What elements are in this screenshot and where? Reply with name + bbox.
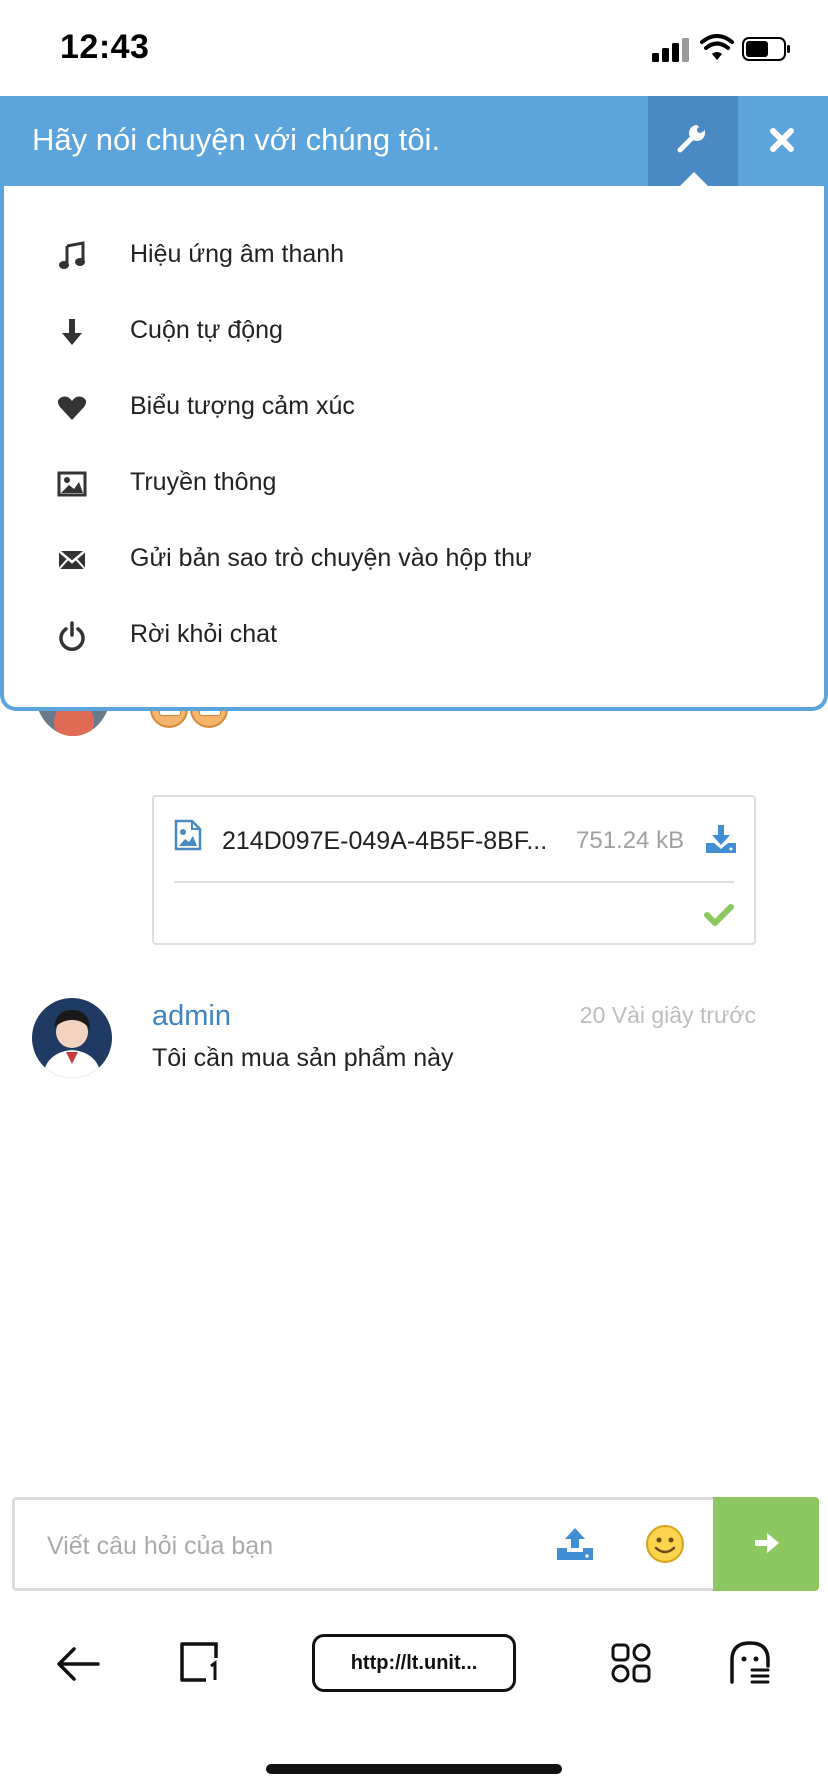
home-indicator[interactable]	[266, 1764, 562, 1774]
message-text: Tôi cần mua sản phẩm này	[152, 1044, 454, 1072]
message-author: admin	[152, 1000, 231, 1032]
browser-toolbar: http://lt.unit...	[0, 1610, 828, 1720]
back-arrow-icon[interactable]	[56, 1644, 100, 1684]
envelope-icon	[58, 550, 86, 570]
smiley-icon[interactable]	[645, 1524, 685, 1564]
send-button[interactable]	[713, 1497, 819, 1591]
incognito-ghost-icon[interactable]	[728, 1640, 772, 1684]
status-bar: 12:43	[0, 0, 828, 96]
message-input[interactable]	[47, 1528, 527, 1564]
apps-grid-icon[interactable]	[610, 1642, 652, 1684]
menu-item-label: Cuộn tự động	[130, 316, 283, 344]
battery-icon	[742, 37, 790, 61]
arrow-right-icon	[755, 1533, 779, 1553]
menu-item-label: Biểu tượng cảm xúc	[130, 392, 355, 420]
menu-item-label: Rời khỏi chat	[130, 620, 278, 648]
menu-item-email-transcript[interactable]: Gửi bản sao trò chuyện vào hộp thư	[4, 522, 824, 598]
menu-item-emoticons[interactable]: Biểu tượng cảm xúc	[4, 370, 824, 446]
settings-button[interactable]	[648, 96, 738, 186]
admin-avatar	[32, 998, 112, 1078]
file-name[interactable]: 214D097E-049A-4B5F-8BF...	[222, 827, 547, 856]
wrench-icon	[677, 125, 705, 153]
message-composer	[12, 1497, 819, 1591]
file-attachment-card: 214D097E-049A-4B5F-8BF... 751.24 kB	[152, 795, 756, 945]
status-time: 12:43	[60, 28, 150, 66]
menu-item-sound-effects[interactable]: Hiệu ứng âm thanh	[4, 218, 824, 294]
upload-icon[interactable]	[555, 1526, 595, 1562]
menu-item-label: Hiệu ứng âm thanh	[130, 240, 345, 268]
menu-item-label: Truyền thông	[130, 468, 277, 496]
close-icon	[770, 128, 794, 152]
menu-item-auto-scroll[interactable]: Cuộn tự động	[4, 294, 824, 370]
url-bar[interactable]: http://lt.unit...	[312, 1634, 516, 1692]
wifi-icon	[700, 34, 734, 60]
menu-item-label: Gửi bản sao trò chuyện vào hộp thư	[130, 544, 532, 572]
cellular-signal-icon	[652, 38, 690, 62]
arrow-down-icon	[62, 319, 82, 345]
chat-header: Hãy nói chuyện với chúng tôi.	[0, 96, 828, 186]
power-icon	[59, 621, 85, 651]
image-file-icon	[174, 819, 202, 851]
chat-title: Hãy nói chuyện với chúng tôi.	[32, 122, 441, 157]
download-icon[interactable]	[704, 823, 738, 855]
menu-item-media[interactable]: Truyền thông	[4, 446, 824, 522]
file-size: 751.24 kB	[576, 827, 685, 854]
tabs-icon[interactable]	[178, 1640, 222, 1684]
checkmark-icon	[704, 904, 734, 926]
admin-avatar-image	[32, 998, 112, 1078]
divider	[174, 881, 734, 883]
settings-menu: Hiệu ứng âm thanh Cuộn tự động Biểu tượn…	[0, 186, 828, 711]
image-icon	[57, 471, 87, 497]
music-note-icon	[59, 241, 85, 269]
menu-item-leave-chat[interactable]: Rời khỏi chat	[4, 598, 824, 674]
message-timestamp: 20 Vài giây trước	[579, 1002, 756, 1028]
heart-icon	[57, 396, 87, 420]
close-button[interactable]	[738, 96, 828, 186]
